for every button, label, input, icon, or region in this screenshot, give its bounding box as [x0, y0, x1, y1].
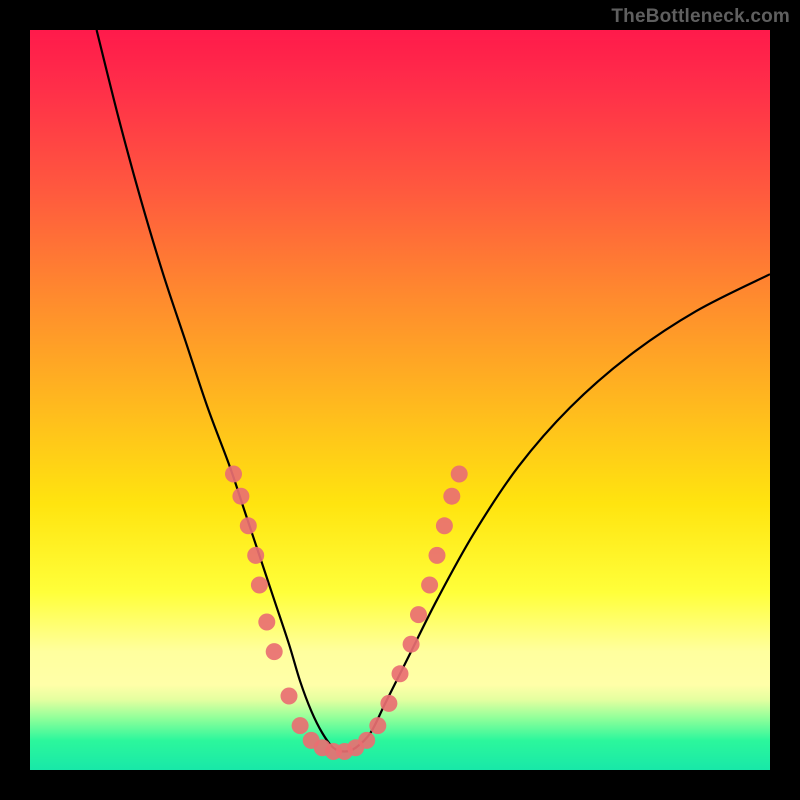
curve-marker [251, 577, 268, 594]
curve-marker [369, 717, 386, 734]
curve-marker [436, 517, 453, 534]
curve-marker [281, 688, 298, 705]
chart-frame: TheBottleneck.com [0, 0, 800, 800]
curve-marker [380, 695, 397, 712]
bottleneck-curve [97, 30, 770, 752]
curve-marker [410, 606, 427, 623]
curve-marker [443, 488, 460, 505]
plot-area [30, 30, 770, 770]
curve-marker [232, 488, 249, 505]
curve-marker [358, 732, 375, 749]
curve-marker [392, 665, 409, 682]
curve-marker [292, 717, 309, 734]
curve-marker [429, 547, 446, 564]
curve-marker [266, 643, 283, 660]
watermark-text: TheBottleneck.com [611, 6, 790, 28]
curve-marker [240, 517, 257, 534]
curve-marker [451, 466, 468, 483]
curve-marker [225, 466, 242, 483]
curve-marker [258, 614, 275, 631]
curve-marker [403, 636, 420, 653]
curve-marker [247, 547, 264, 564]
chart-svg [30, 30, 770, 770]
curve-marker [421, 577, 438, 594]
